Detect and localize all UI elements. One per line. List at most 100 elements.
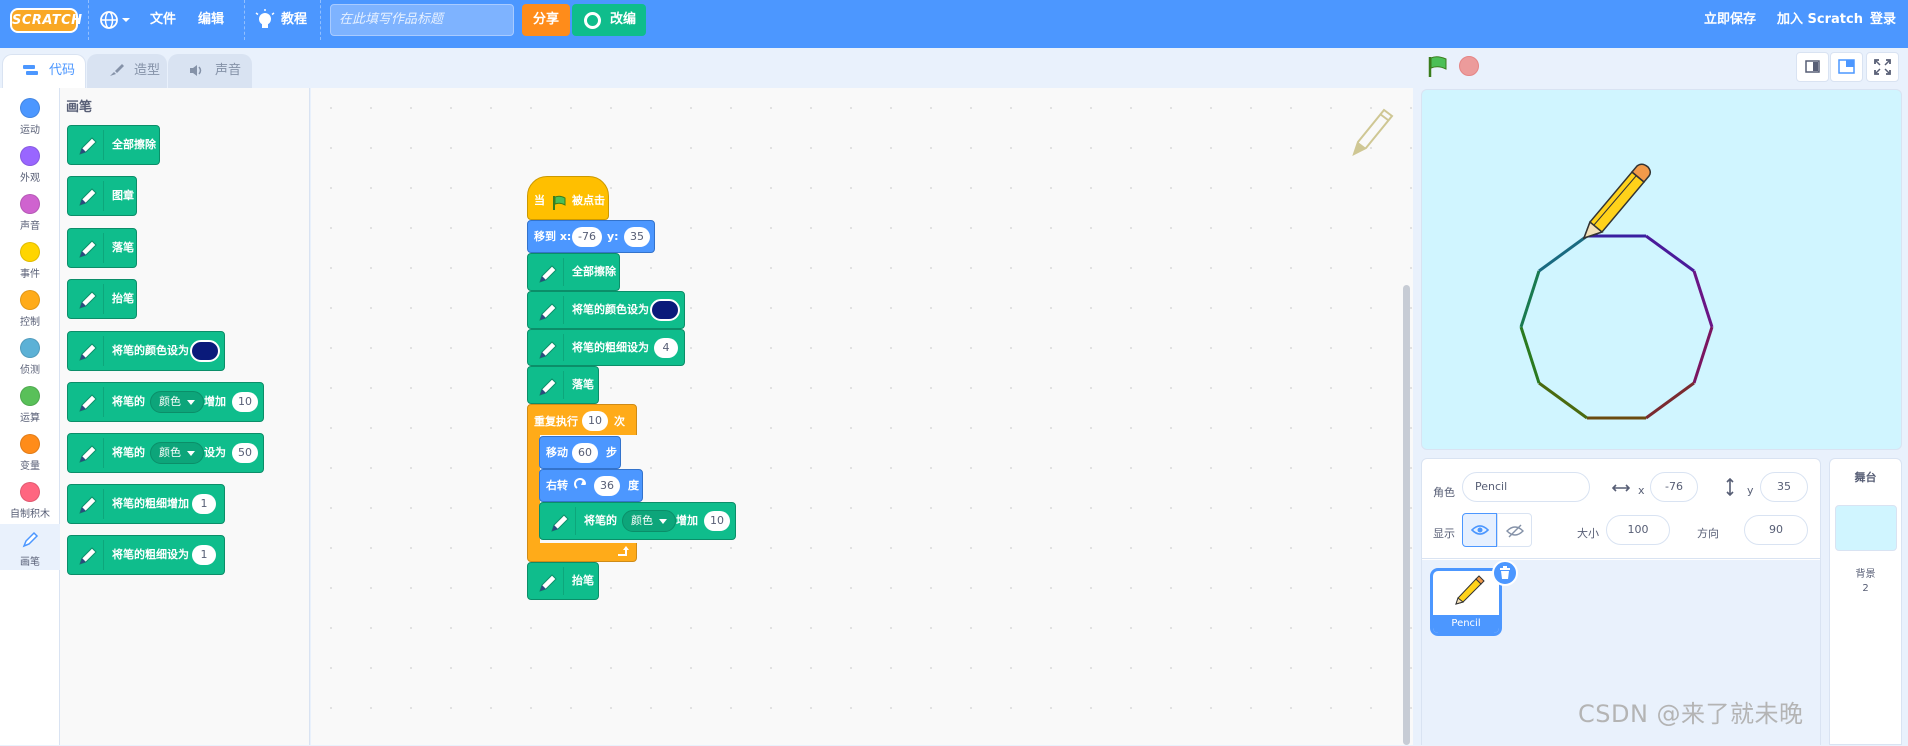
stage-canvas[interactable] bbox=[1421, 89, 1902, 450]
tutorials-menu[interactable] bbox=[254, 9, 276, 34]
category-operators[interactable]: 运算 bbox=[0, 380, 60, 426]
pen-down-block[interactable]: 落笔 bbox=[527, 366, 599, 404]
remix-button[interactable]: 改编 bbox=[572, 4, 646, 36]
stage-thumbnail[interactable] bbox=[1835, 505, 1897, 551]
repeat-count-input[interactable]: 10 bbox=[582, 411, 608, 431]
color-picker[interactable] bbox=[650, 299, 680, 321]
turn-right-block[interactable]: 右转 36 度 bbox=[539, 469, 643, 502]
category-variables[interactable]: 变量 bbox=[0, 428, 60, 474]
clear-block[interactable]: 全部擦除 bbox=[527, 253, 620, 291]
show-hidden-button[interactable] bbox=[1497, 513, 1532, 547]
category-sound[interactable]: 声音 bbox=[0, 188, 60, 234]
block-label: 全部擦除 bbox=[572, 265, 616, 278]
param-dropdown[interactable]: 颜色 bbox=[150, 442, 204, 464]
palette-block-set-param[interactable]: 将笔的 颜色 设为 50 bbox=[67, 433, 264, 473]
pen-icon bbox=[532, 296, 564, 324]
param-dropdown[interactable]: 颜色 bbox=[150, 391, 204, 413]
scratch-logo[interactable]: SCRATCH bbox=[10, 8, 82, 33]
category-events[interactable]: 事件 bbox=[0, 236, 60, 282]
move-block[interactable]: 移动 60 步 bbox=[539, 436, 621, 469]
value-input[interactable]: 1 bbox=[192, 494, 216, 514]
value-input[interactable]: 50 bbox=[232, 443, 258, 463]
degrees-input[interactable]: 36 bbox=[594, 476, 620, 496]
category-label: 控制 bbox=[20, 317, 40, 328]
category-my-blocks[interactable]: 自制积木 bbox=[0, 476, 60, 522]
menu-bar: SCRATCH 文件 编辑 教程 在此填写作品标题 分享 改编 立即保存 加入 … bbox=[0, 0, 1908, 48]
color-picker[interactable] bbox=[190, 340, 220, 362]
normal-stage-button[interactable] bbox=[1830, 52, 1863, 82]
language-menu[interactable] bbox=[99, 10, 133, 30]
tab-code[interactable]: 代码 bbox=[2, 54, 86, 88]
block-label: 将笔的颜色设为 bbox=[572, 303, 649, 316]
palette-block-set-color[interactable]: 将笔的颜色设为 bbox=[67, 331, 225, 371]
goto-xy-block[interactable]: 移到 x: -76 y: 35 bbox=[527, 220, 655, 253]
y-input[interactable]: 35 bbox=[1760, 472, 1808, 502]
category-menu: 运动 外观 声音 事件 控制 侦测 运算 变量 自制积木 画笔 bbox=[0, 88, 60, 745]
sprite-info: 角色 Pencil x -76 y 35 显示 大小 100 方向 90 bbox=[1422, 459, 1820, 559]
palette-block-change-param[interactable]: 将笔的 颜色 增加 10 bbox=[67, 382, 264, 422]
stop-button[interactable] bbox=[1459, 56, 1479, 76]
y-input[interactable]: 35 bbox=[624, 227, 650, 247]
category-pen[interactable]: 画笔 bbox=[0, 524, 60, 570]
value-input[interactable]: 10 bbox=[232, 392, 258, 412]
category-looks[interactable]: 外观 bbox=[0, 140, 60, 186]
tab-costumes[interactable]: 造型 bbox=[87, 54, 167, 88]
globe-icon bbox=[100, 11, 130, 29]
file-menu[interactable]: 文件 bbox=[150, 0, 176, 40]
tab-code-label: 代码 bbox=[49, 63, 76, 78]
palette-block-set-size[interactable]: 将笔的粗细设为 1 bbox=[67, 535, 225, 575]
watermark: CSDN @来了就未晚 bbox=[1578, 700, 1804, 728]
tab-sounds[interactable]: 声音 bbox=[168, 54, 252, 88]
when-flag-clicked-block[interactable]: 当 被点击 bbox=[527, 176, 609, 220]
fullscreen-icon bbox=[1874, 59, 1891, 75]
value-input[interactable]: 10 bbox=[704, 511, 730, 531]
share-button[interactable]: 分享 bbox=[522, 4, 570, 36]
block-label: 落笔 bbox=[112, 241, 134, 254]
tutorials-label[interactable]: 教程 bbox=[281, 0, 307, 40]
palette-block-pen-up[interactable]: 抬笔 bbox=[67, 279, 137, 319]
category-sensing[interactable]: 侦测 bbox=[0, 332, 60, 378]
size-input[interactable]: 100 bbox=[1606, 515, 1670, 545]
green-flag-button[interactable] bbox=[1427, 56, 1449, 78]
block-label: 移到 x: bbox=[534, 230, 572, 243]
palette-block-change-size[interactable]: 将笔的粗细增加 1 bbox=[67, 484, 225, 524]
sprite-name-input[interactable]: Pencil bbox=[1462, 472, 1590, 502]
pencil-sprite[interactable] bbox=[1582, 163, 1652, 240]
category-label: 声音 bbox=[20, 221, 40, 232]
script-workspace[interactable] bbox=[311, 88, 1413, 745]
direction-input[interactable]: 90 bbox=[1744, 515, 1808, 545]
speaker-icon bbox=[190, 65, 202, 76]
decagon-edge bbox=[1645, 234, 1695, 273]
change-param-block[interactable]: 将笔的 颜色 增加 10 bbox=[539, 502, 736, 540]
param-dropdown[interactable]: 颜色 bbox=[622, 510, 676, 532]
remix-label: 改编 bbox=[610, 12, 637, 27]
small-stage-button[interactable] bbox=[1796, 52, 1829, 82]
workspace-scrollbar[interactable] bbox=[1403, 285, 1410, 745]
x-input[interactable]: -76 bbox=[1650, 472, 1698, 502]
sprite-thumbnail[interactable]: Pencil bbox=[1430, 568, 1502, 636]
pen-up-block[interactable]: 抬笔 bbox=[527, 562, 599, 600]
set-color-block[interactable]: 将笔的颜色设为 bbox=[527, 291, 685, 329]
set-size-block[interactable]: 将笔的粗细设为 4 bbox=[527, 329, 685, 366]
fullscreen-button[interactable] bbox=[1866, 52, 1899, 82]
palette-block-pen-down[interactable]: 落笔 bbox=[67, 228, 137, 268]
join-scratch-link[interactable]: 加入 Scratch bbox=[1777, 0, 1863, 40]
value-input[interactable]: 4 bbox=[654, 338, 678, 358]
category-control[interactable]: 控制 bbox=[0, 284, 60, 330]
category-dot bbox=[20, 338, 40, 358]
palette-block-stamp[interactable]: 图章 bbox=[67, 176, 137, 216]
x-input[interactable]: -76 bbox=[572, 227, 602, 247]
pen-icon bbox=[72, 181, 104, 211]
palette-block-clear[interactable]: 全部擦除 bbox=[67, 125, 160, 165]
login-link[interactable]: 登录 bbox=[1870, 0, 1896, 40]
show-visible-button[interactable] bbox=[1462, 513, 1497, 547]
stage-selector[interactable]: 舞台 背景 2 bbox=[1829, 458, 1902, 745]
save-now-link[interactable]: 立即保存 bbox=[1704, 0, 1756, 40]
edit-menu[interactable]: 编辑 bbox=[198, 0, 224, 40]
delete-sprite-button[interactable] bbox=[1492, 560, 1518, 586]
project-title-input[interactable]: 在此填写作品标题 bbox=[330, 4, 514, 36]
block-label: 将笔的粗细设为 bbox=[572, 341, 649, 354]
value-input[interactable]: 1 bbox=[192, 545, 216, 565]
category-motion[interactable]: 运动 bbox=[0, 92, 60, 138]
steps-input[interactable]: 60 bbox=[572, 443, 598, 463]
